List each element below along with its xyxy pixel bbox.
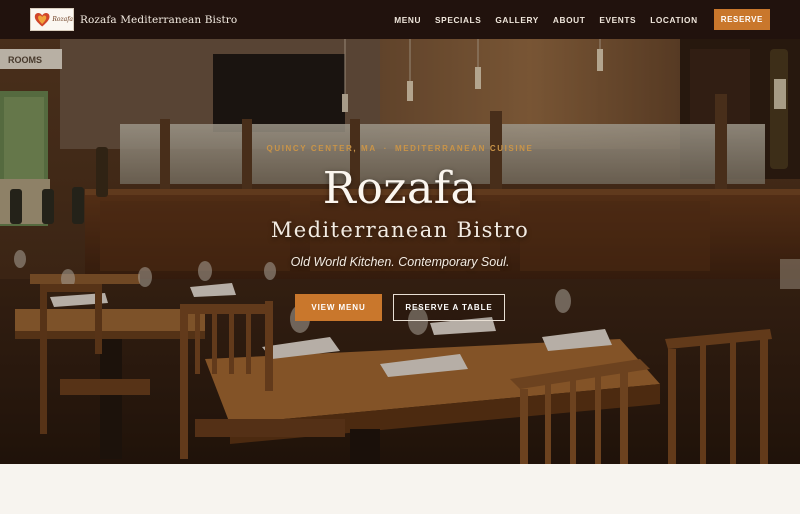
nav-link-menu[interactable]: MENU: [394, 15, 421, 25]
hero-subtitle: Mediterranean Bistro: [270, 218, 530, 242]
nav-link-gallery[interactable]: GALLERY: [495, 15, 539, 25]
hero-kicker: QUINCY CENTER, MA · MEDITERRANEAN CUISINE: [0, 144, 800, 153]
kicker-cuisine: MEDITERRANEAN CUISINE: [394, 144, 534, 153]
logo-script-text: Rozafa: [52, 15, 73, 23]
brand-name[interactable]: Rozafa Mediterranean Bistro: [80, 14, 237, 26]
reserve-table-button[interactable]: RESERVE A TABLE: [393, 294, 505, 321]
nav-link-about[interactable]: ABOUT: [553, 15, 586, 25]
nav-links: MENU SPECIALS GALLERY ABOUT EVENTS LOCAT…: [394, 15, 698, 25]
heart-logo-icon: [34, 12, 50, 27]
top-nav-bar: Rozafa Rozafa Mediterranean Bistro MENU …: [0, 0, 800, 39]
view-menu-button[interactable]: VIEW MENU: [295, 294, 382, 321]
hero-title: Rozafa: [322, 163, 478, 214]
reserve-button[interactable]: RESERVE: [713, 9, 770, 30]
nav-link-events[interactable]: EVENTS: [599, 15, 636, 25]
below-hero-section: [0, 464, 800, 514]
hero-content: QUINCY CENTER, MA · MEDITERRANEAN CUISINE …: [0, 39, 800, 464]
hero-tagline: Old World Kitchen. Contemporary Soul.: [290, 255, 510, 269]
logo[interactable]: Rozafa: [30, 8, 74, 31]
kicker-location: QUINCY CENTER, MA: [266, 144, 377, 153]
kicker-separator: ·: [383, 144, 388, 153]
nav-link-location[interactable]: LOCATION: [650, 15, 698, 25]
hero-section: ROOMS QUINCY CENTER, MA · MEDITERRANEAN …: [0, 39, 800, 464]
nav-link-specials[interactable]: SPECIALS: [435, 15, 481, 25]
